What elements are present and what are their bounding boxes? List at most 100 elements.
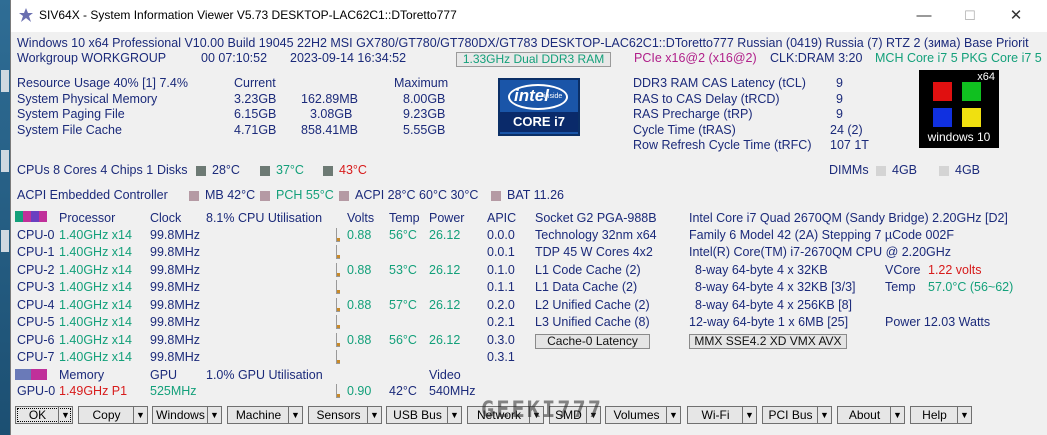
sensors-button[interactable]: Sensors ▼ [308, 406, 382, 424]
cpu-name: CPU-1 [17, 245, 55, 259]
cpu-features-box[interactable]: MMX SSE4.2 XD VMX AVX [689, 334, 847, 349]
cpu-family-text: Family 6 Model 42 (2A) Stepping 7 µCode … [689, 228, 954, 242]
desktop-icon-fragment [1, 150, 9, 172]
cpu-frequency: 1.40GHz x14 [59, 298, 132, 312]
gpu-name: GPU-0 [17, 384, 56, 398]
cache-latency-button[interactable]: Cache-0 Latency [535, 334, 650, 349]
help-button[interactable]: Help ▼ [910, 406, 972, 424]
cpu-frequency: 1.40GHz x14 [59, 245, 132, 259]
wifi-button-label: Wi-Fi [701, 408, 730, 422]
copy-button[interactable]: Copy ▼ [78, 406, 148, 424]
gpu-utilisation-header: 1.0% GPU Utilisation [206, 368, 323, 382]
close-button[interactable]: ✕ [996, 4, 1036, 28]
resource-label: System Paging File [17, 107, 125, 121]
cpu-power-text: Power 12.03 Watts [885, 315, 991, 329]
gpu-usage-sparkline [336, 384, 340, 398]
pci-bus-button-label: PCI Bus [768, 408, 813, 422]
cpu-name: CPU-7 [17, 350, 55, 364]
resource-max: 9.23GB [403, 107, 446, 121]
vcore-label: VCore [885, 263, 921, 277]
cpu-clock: 99.8MHz [150, 333, 201, 347]
chevron-down-icon[interactable]: ▼ [666, 407, 680, 423]
sensor-swatch [260, 191, 270, 201]
windows-button-label: Windows [156, 408, 205, 422]
dimm-size: 4GB [892, 163, 918, 177]
chevron-down-icon[interactable]: ▼ [447, 407, 461, 423]
chevron-down-icon[interactable]: ▼ [817, 407, 831, 423]
about-button[interactable]: About ▼ [837, 406, 905, 424]
chevron-down-icon[interactable]: ▼ [890, 407, 904, 423]
l3-cache: L3 Unified Cache (8) [535, 315, 650, 329]
cpu-frequency: 1.40GHz x14 [59, 263, 132, 277]
l1-data-cache: L1 Data Cache (2) [535, 280, 638, 294]
datetime-text: 2023-09-14 16:34:52 [290, 51, 407, 65]
about-button-label: About [848, 408, 881, 422]
dimm-swatch [939, 166, 949, 176]
chevron-down-icon[interactable]: ▼ [742, 407, 756, 423]
minimize-button[interactable]: — [904, 4, 944, 28]
chevron-down-icon[interactable]: ▼ [207, 407, 221, 423]
cpu-clock: 99.8MHz [150, 315, 201, 329]
watermark-text: GEEKI777 [481, 398, 603, 423]
cpu-power: 26.12 [429, 228, 461, 242]
intel-core-i7-logo: intel inside CORE i7 [498, 78, 580, 136]
cpu-temp: 56°C [389, 333, 417, 347]
chevron-down-icon[interactable]: ▼ [58, 407, 72, 423]
windows-button[interactable]: Windows ▼ [152, 406, 222, 424]
cpu-frequency: 1.40GHz x14 [59, 350, 132, 364]
sensor-swatch [189, 191, 199, 201]
ok-button[interactable]: OK ▼ [15, 406, 73, 424]
timing-label: RAS Precharge (tRP) [633, 107, 753, 121]
cpu-usage-sparkline [336, 298, 340, 312]
windows-blue-tile [933, 108, 952, 127]
resource-current: 4.71GB [234, 123, 277, 137]
os-summary-line: Windows 10 x64 Professional V10.00 Build… [17, 36, 1029, 50]
timing-label: Row Refresh Cycle Time (tRFC) [633, 138, 812, 152]
chevron-down-icon[interactable]: ▼ [367, 407, 381, 423]
wifi-button[interactable]: Wi-Fi ▼ [687, 406, 757, 424]
chevron-down-icon[interactable]: ▼ [133, 407, 147, 423]
usb-bus-button[interactable]: USB Bus ▼ [386, 406, 462, 424]
disk-swatch [260, 166, 270, 176]
cpu-power: 26.12 [429, 298, 461, 312]
windows-10-label: windows 10 [927, 130, 991, 144]
dimms-label: DIMMs [829, 163, 869, 177]
pci-bus-button[interactable]: PCI Bus ▼ [762, 406, 832, 424]
sensor-swatch [339, 191, 349, 201]
cpu-apic: 0.2.0 [487, 298, 515, 312]
chevron-down-icon[interactable]: ▼ [288, 407, 302, 423]
cpu-name: CPU-6 [17, 333, 55, 347]
gpu-video-clock: 540MHz [429, 384, 476, 398]
cpu-apic: 0.1.1 [487, 280, 515, 294]
cpu-volts: 0.88 [347, 298, 372, 312]
volumes-button-label: Volumes [613, 408, 660, 422]
timing-value: 9 [836, 107, 843, 121]
resource-free: 3.08GB [310, 107, 353, 121]
apic-header: APIC [487, 211, 517, 225]
chevron-down-icon[interactable]: ▼ [957, 407, 971, 423]
volumes-button[interactable]: Volumes ▼ [605, 406, 681, 424]
gpu-header: GPU [150, 368, 178, 382]
vcore-value: 1.22 volts [928, 263, 982, 277]
sensors-button-label: Sensors [316, 408, 361, 422]
cpus-summary: CPUs 8 Cores 4 Chips 1 [17, 163, 154, 177]
cpu-volts: 0.88 [347, 263, 372, 277]
cpu-apic: 0.0.1 [487, 245, 515, 259]
cpu-name: CPU-0 [17, 228, 55, 242]
cpu-volts: 0.88 [347, 333, 372, 347]
title-bar[interactable]: SIV64X - System Information Viewer V5.73… [11, 0, 1047, 32]
gpu-color-bar [15, 369, 47, 380]
mb-temp: MB 42°C [205, 188, 256, 202]
gpu-memory-header: Memory [59, 368, 105, 382]
timing-value: 9 [836, 76, 843, 90]
machine-button[interactable]: Machine ▼ [227, 406, 303, 424]
technology-text: Technology 32nm x64 [535, 228, 657, 242]
cpu-apic: 0.3.1 [487, 350, 515, 364]
clk-dram-text: CLK:DRAM 3:20 [770, 51, 863, 65]
power-header: Power [429, 211, 465, 225]
gpu-temp: 42°C [389, 384, 417, 398]
memory-speed-box[interactable]: 1.33GHz Dual DDR3 RAM [456, 52, 611, 67]
cpu-temp: 57°C [389, 298, 417, 312]
maximize-button[interactable]: ☐ [950, 4, 990, 28]
timing-label: RAS to CAS Delay (tRCD) [633, 92, 780, 106]
